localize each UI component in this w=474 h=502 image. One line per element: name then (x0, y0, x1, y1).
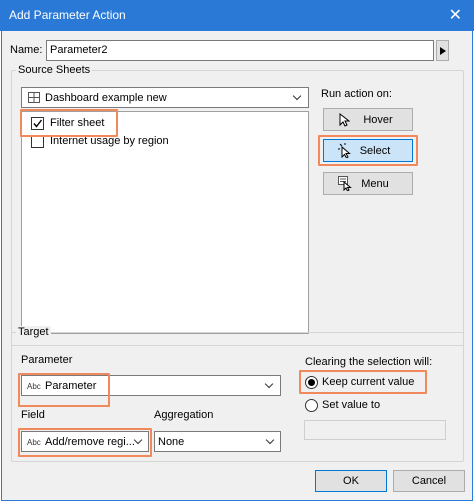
menu-button[interactable]: Menu (323, 172, 413, 195)
select-highlight (318, 135, 418, 166)
keep-current-highlight (299, 370, 427, 394)
set-value-input[interactable] (304, 420, 446, 440)
aggregation-select-value: None (158, 436, 185, 448)
window-title: Add Parameter Action (9, 8, 126, 22)
dashboard-select-value: Dashboard example new (45, 92, 167, 104)
name-label: Name: (10, 44, 43, 56)
ok-button[interactable]: OK (315, 470, 387, 492)
chevron-down-icon (292, 91, 302, 101)
cancel-button-label: Cancel (411, 475, 447, 487)
field-label: Field (21, 409, 45, 421)
name-value: Parameter2 (50, 44, 108, 56)
set-value-radio[interactable] (305, 399, 318, 412)
close-icon[interactable]: ✕ (449, 5, 462, 25)
set-value-option[interactable]: Set value to (302, 396, 426, 416)
set-value-label: Set value to (322, 399, 381, 411)
field-highlight (18, 428, 152, 457)
menu-button-label: Menu (361, 177, 389, 190)
sheet-list: Filter sheet Internet usage by region (21, 111, 309, 334)
hover-button[interactable]: Hover (323, 108, 413, 131)
name-menu-button[interactable] (436, 40, 449, 61)
dashboard-icon (28, 92, 40, 103)
ok-button-label: OK (343, 475, 359, 487)
pointer-icon (339, 113, 350, 127)
hover-button-label: Hover (363, 113, 393, 126)
parameter-label: Parameter (21, 354, 73, 366)
aggregation-select[interactable]: None (154, 431, 281, 452)
triangle-right-icon (439, 46, 446, 55)
dialog-body: Name: Parameter2 Source Sheets Dashboard… (1, 31, 473, 501)
filter-sheet-highlight (20, 109, 118, 137)
source-sheets-legend: Source Sheets (16, 64, 93, 76)
parameter-highlight (18, 373, 110, 407)
aggregation-label: Aggregation (154, 409, 214, 421)
chevron-down-icon (265, 435, 275, 445)
name-input[interactable]: Parameter2 (46, 40, 434, 61)
menu-icon (338, 176, 352, 191)
dashboard-select[interactable]: Dashboard example new (21, 87, 309, 108)
run-action-label: Run action on: (321, 88, 392, 100)
title-bar: Add Parameter Action ✕ (0, 0, 474, 31)
cancel-button[interactable]: Cancel (393, 470, 465, 492)
target-legend: Target (16, 326, 51, 338)
clearing-label: Clearing the selection will: (305, 356, 433, 368)
chevron-down-icon (264, 379, 274, 389)
